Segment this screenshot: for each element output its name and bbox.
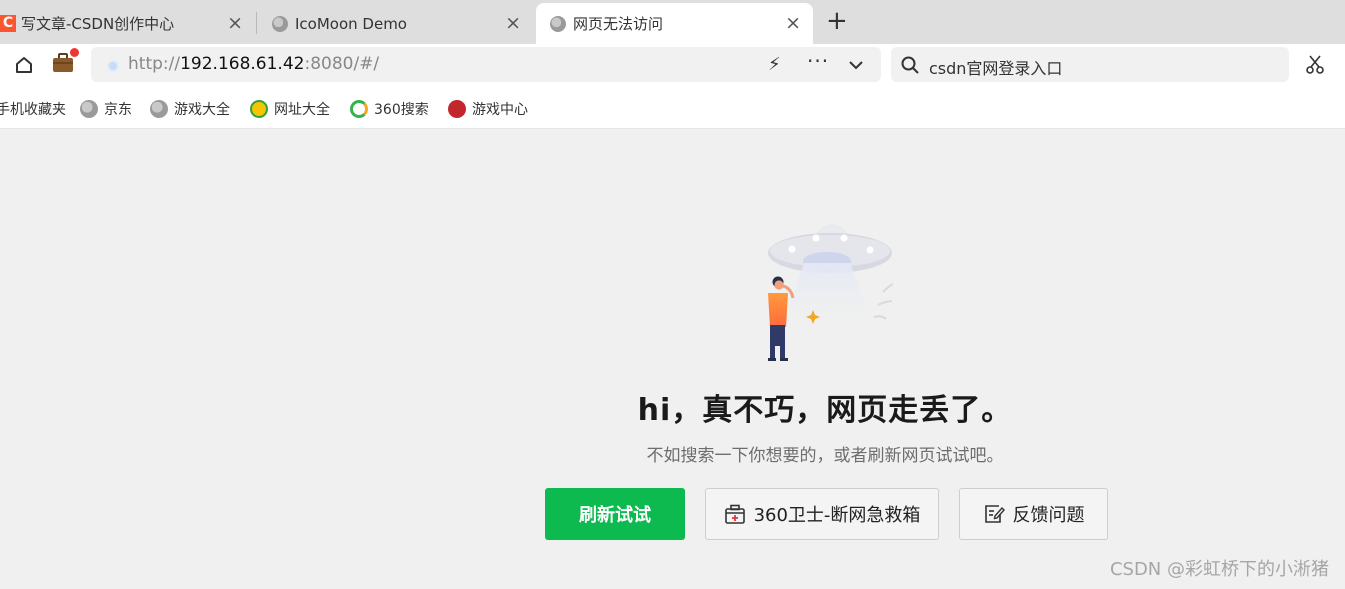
- scissors-icon[interactable]: [1305, 54, 1325, 74]
- error-subtext: 不如搜索一下你想要的，或者刷新网页试试吧。: [646, 446, 1004, 466]
- globe-icon: [550, 15, 566, 32]
- bookmark-label: 京东: [104, 102, 132, 118]
- search-icon[interactable]: [901, 56, 919, 74]
- address-bar[interactable]: http://192.168.61.42:8080/#/ ⚡ ···: [91, 47, 881, 82]
- feedback-button-label: 反馈问题: [1012, 505, 1085, 526]
- bookmark-jd[interactable]: 京东: [80, 99, 132, 119]
- notification-dot: [70, 48, 79, 57]
- chevron-down-icon[interactable]: [849, 58, 863, 72]
- search-input[interactable]: csdn官网登录入口: [929, 55, 1062, 79]
- bookmark-games[interactable]: 游戏大全: [150, 99, 230, 119]
- error-page: hi，真不巧，网页走丢了。 不如搜索一下你想要的，或者刷新网页试试吧。 刷新试试…: [0, 129, 1345, 589]
- tab-title: 写文章-CSDN创作中心: [21, 15, 175, 33]
- more-icon[interactable]: ···: [807, 49, 829, 73]
- tab-title: 网页无法访问: [573, 15, 664, 33]
- tab-title: IcoMoon Demo: [295, 14, 407, 33]
- site-info-icon[interactable]: [107, 60, 119, 72]
- bookmark-game-center[interactable]: 游戏中心: [448, 99, 528, 119]
- bookmark-label: 游戏中心: [472, 102, 528, 118]
- refresh-button[interactable]: 刷新试试: [545, 488, 685, 540]
- globe-icon: [272, 15, 288, 32]
- tab-divider: [256, 12, 257, 34]
- home-icon[interactable]: [14, 55, 34, 75]
- bookmark-label: 手机收藏夹: [0, 102, 66, 118]
- bookmark-360-search[interactable]: 360搜索: [350, 99, 429, 119]
- bookmark-label: 游戏大全: [174, 102, 230, 118]
- browser-toolbar: http://192.168.61.42:8080/#/ ⚡ ··· csdn官…: [0, 44, 1345, 86]
- csdn-favicon-icon: C: [0, 15, 16, 32]
- tab-strip: C 写文章-CSDN创作中心 × IcoMoon Demo × 网页无法访问 ×…: [0, 0, 1345, 44]
- tab-error-page[interactable]: 网页无法访问 ×: [536, 3, 813, 44]
- tab-close-icon[interactable]: ×: [227, 12, 243, 34]
- tab-icomoon[interactable]: IcoMoon Demo ×: [258, 3, 533, 44]
- plus-badge-icon: [250, 100, 268, 118]
- tab-csdn[interactable]: C 写文章-CSDN创作中心 ×: [0, 3, 255, 44]
- tab-close-icon[interactable]: ×: [785, 12, 801, 34]
- bookmark-360-nav[interactable]: 网址大全: [250, 99, 330, 119]
- tab-close-icon[interactable]: ×: [505, 12, 521, 34]
- new-tab-icon[interactable]: +: [826, 7, 848, 35]
- error-headline: hi，真不巧，网页走丢了。: [637, 393, 1013, 428]
- globe-icon: [80, 100, 98, 118]
- bookmark-mobile-favorites[interactable]: 手机收藏夹: [0, 99, 66, 119]
- edit-note-icon: [984, 505, 1005, 523]
- bookmarks-bar: 手机收藏夹 京东 游戏大全 网址大全 360搜索 游戏中心: [0, 86, 1345, 129]
- ring-search-icon: [350, 100, 368, 118]
- ufo-illustration-icon: [768, 224, 894, 361]
- feedback-button[interactable]: 反馈问题: [959, 488, 1108, 540]
- refresh-button-label: 刷新试试: [579, 505, 651, 526]
- bookmark-label: 360搜索: [374, 102, 429, 118]
- globe-icon: [150, 100, 168, 118]
- address-input[interactable]: http://192.168.61.42:8080/#/: [128, 54, 379, 74]
- network-first-aid-label: 360卫士-断网急救箱: [753, 505, 921, 526]
- bookmark-label: 网址大全: [274, 102, 330, 118]
- network-first-aid-button[interactable]: 360卫士-断网急救箱: [705, 488, 939, 540]
- first-aid-kit-icon: [724, 504, 745, 524]
- game-center-icon: [448, 100, 466, 118]
- watermark: CSDN @彩虹桥下的小淅猪: [1109, 559, 1329, 580]
- search-box[interactable]: csdn官网登录入口: [891, 47, 1289, 82]
- lightning-icon[interactable]: ⚡: [768, 54, 781, 75]
